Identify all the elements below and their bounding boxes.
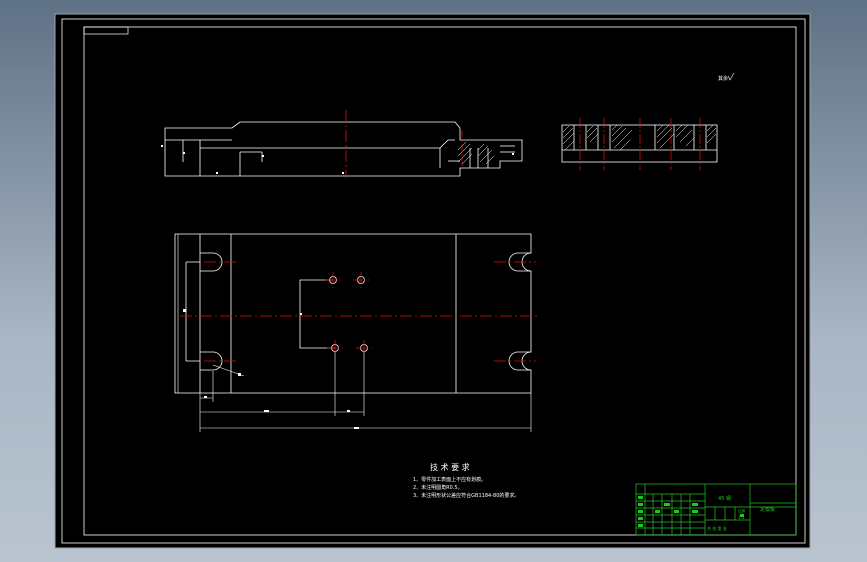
cad-drawing: 其余 技 术 要 求 1、零件加工表面上不应有划痕。 2、未注明圆角R0.5。 … <box>54 13 811 549</box>
tech-requirement-item: 2、未注明圆角R0.5。 <box>413 484 463 491</box>
scale-header: 比例 <box>738 508 746 513</box>
tech-requirements-title: 技 术 要 求 <box>430 462 470 472</box>
cad-viewport[interactable]: 其余 技 术 要 求 1、零件加工表面上不应有划痕。 2、未注明圆角R0.5。 … <box>0 0 867 562</box>
scale-value: 1:1 <box>738 515 745 520</box>
sheet-label: 共 张 第 张 <box>707 525 727 531</box>
tech-requirement-item: 1、零件加工表面上不应有划痕。 <box>413 476 486 483</box>
tech-requirement-item: 3、未注明形状公差应符合GB1184-80的要求。 <box>413 492 519 499</box>
roughness-note: 其余 <box>718 75 728 82</box>
part-name-label: 定模板 <box>760 506 775 513</box>
material-label: 45 钢 <box>718 495 731 502</box>
